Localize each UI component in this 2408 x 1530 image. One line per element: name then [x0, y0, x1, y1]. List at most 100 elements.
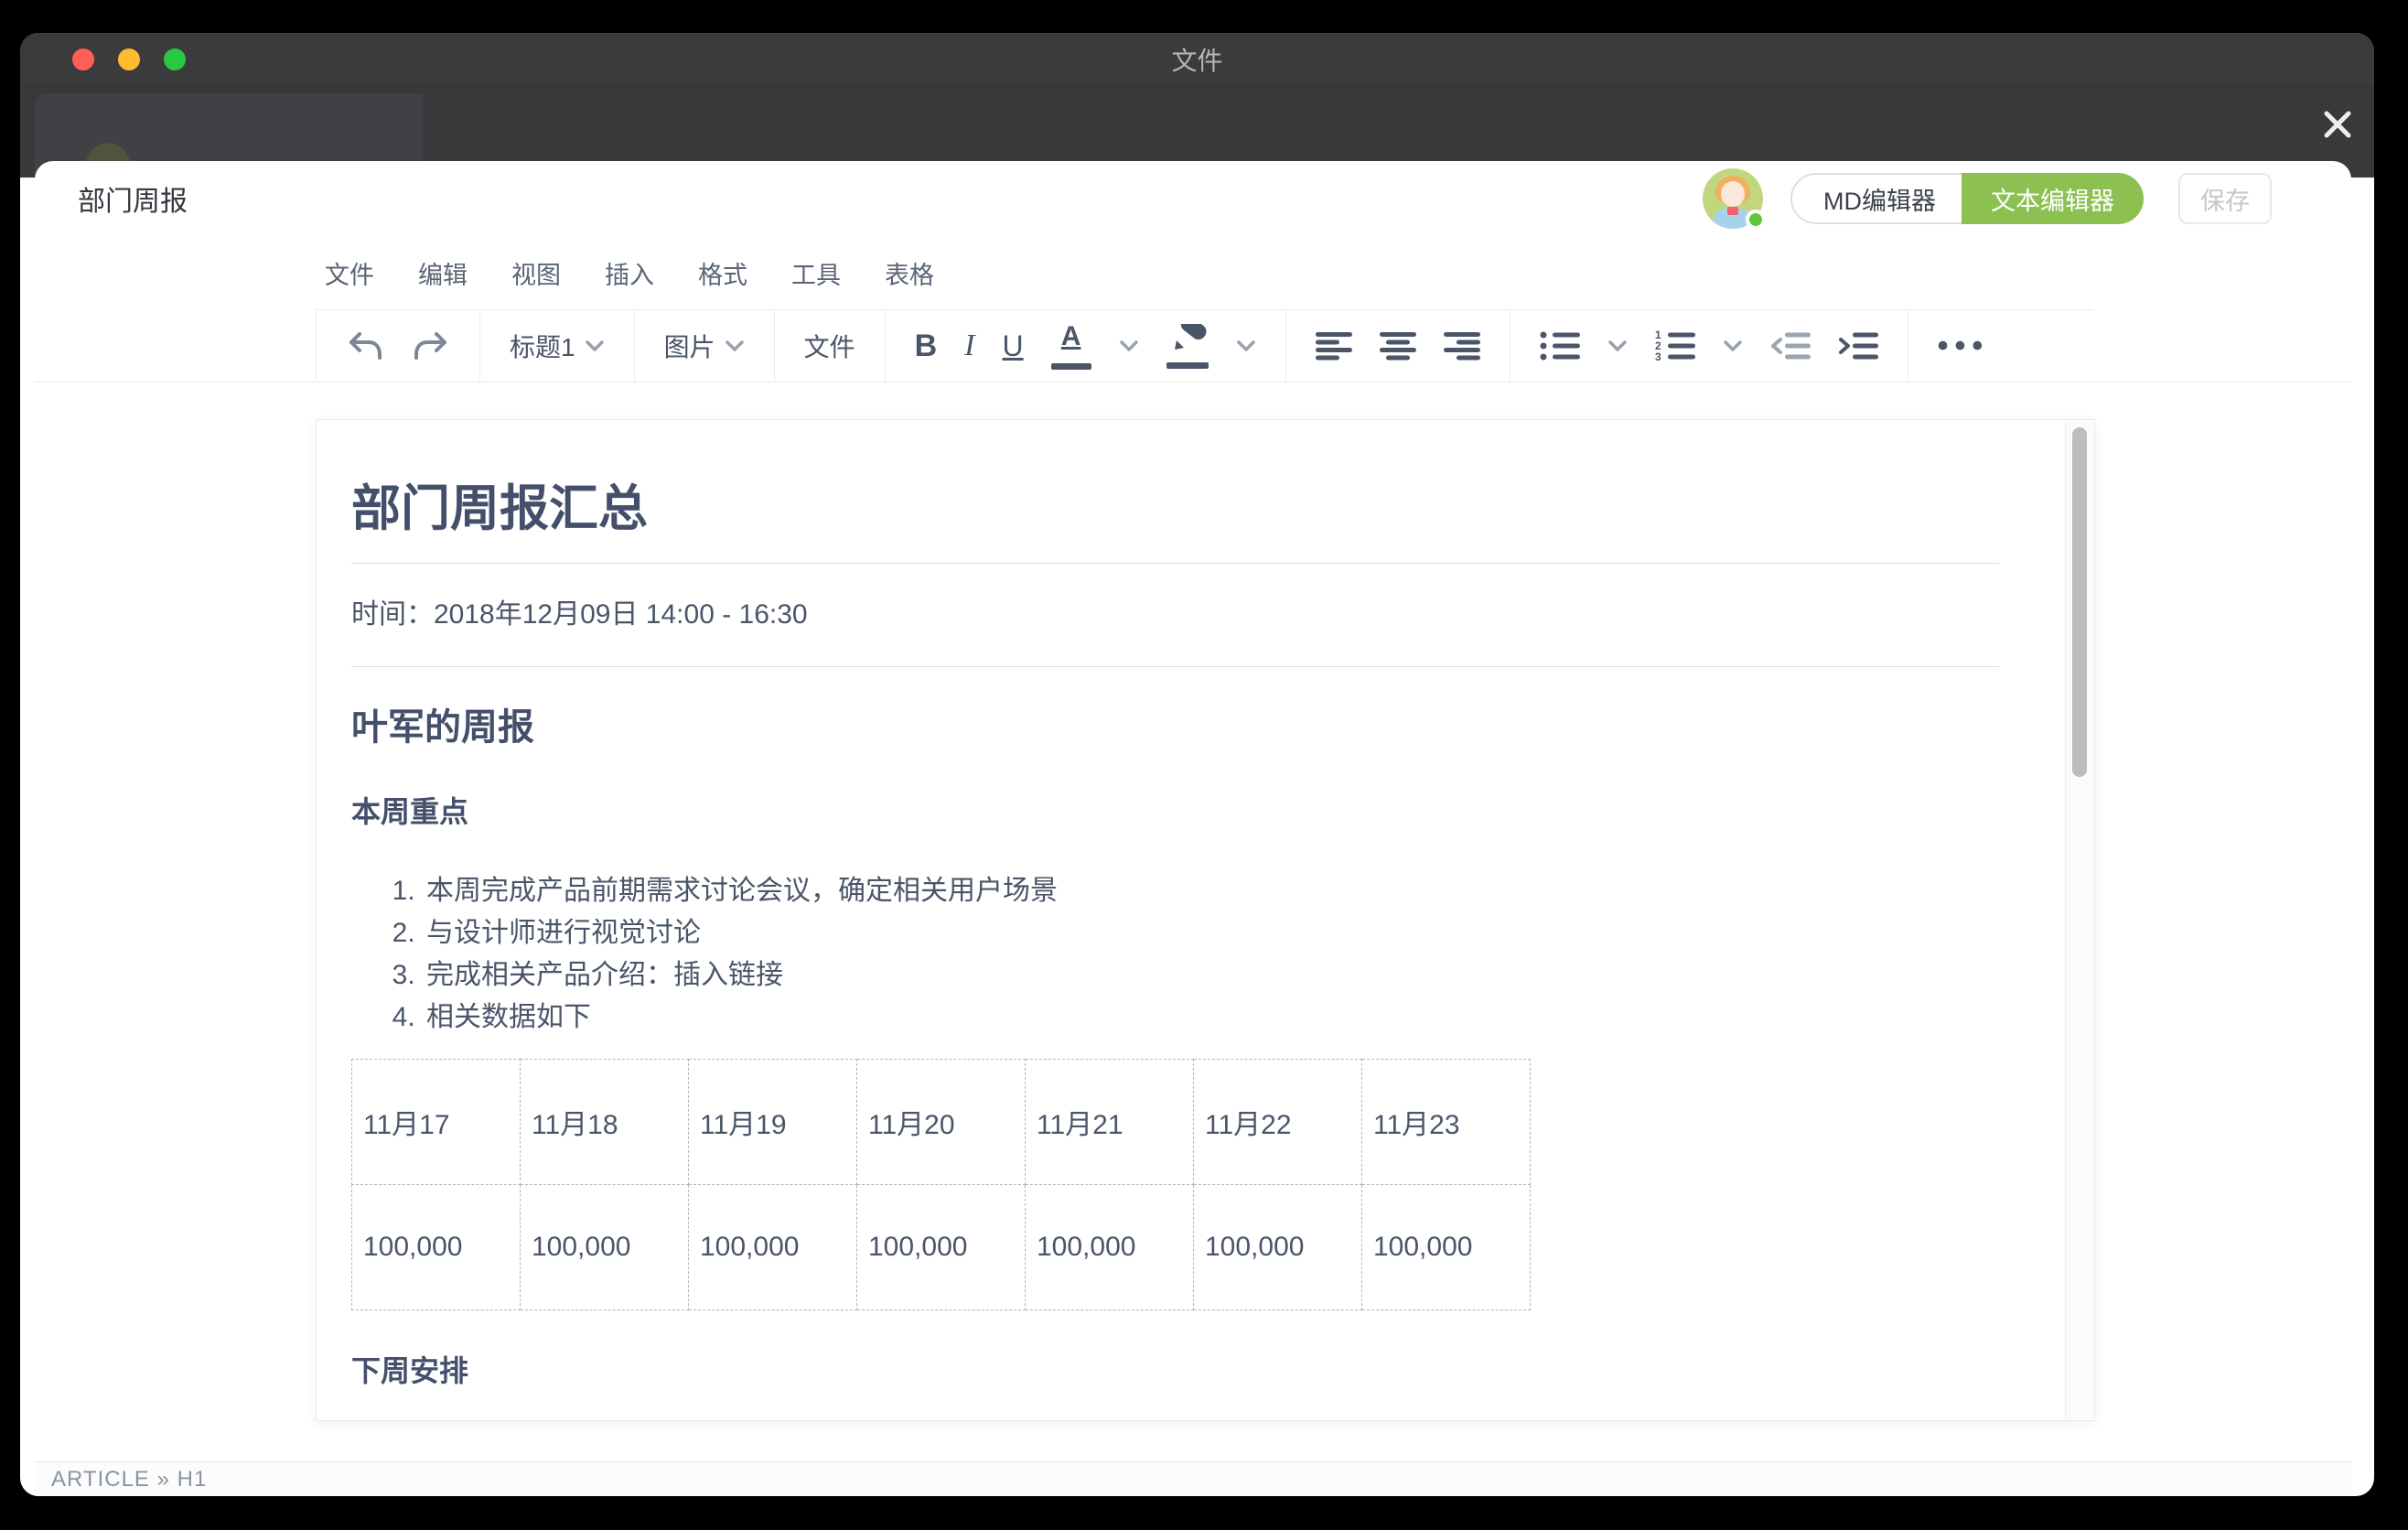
undo-button[interactable] — [346, 329, 384, 362]
titlebar: 文件 — [20, 33, 2374, 87]
chevron-down-icon — [725, 339, 745, 352]
close-icon — [2320, 107, 2355, 142]
table-cell: 11月21 — [1026, 1060, 1194, 1185]
numbered-list-chevron[interactable] — [1723, 339, 1743, 352]
table-cell: 11月22 — [1194, 1060, 1362, 1185]
menu-edit[interactable]: 编辑 — [418, 255, 468, 291]
bullet-list-icon — [1540, 330, 1580, 361]
italic-button[interactable]: I — [964, 329, 974, 363]
align-center-icon — [1380, 331, 1416, 361]
font-color-button[interactable]: A — [1051, 323, 1091, 370]
outdent-icon — [1770, 330, 1811, 361]
highlight-color-swatch — [1166, 362, 1209, 369]
menu-view[interactable]: 视图 — [511, 255, 561, 291]
status-bar: ARTICLE » H1 — [35, 1461, 2351, 1496]
weekly-highlights-list: 本周完成产品前期需求讨论会议，确定相关用户场景 与设计师进行视觉讨论 完成相关产… — [351, 870, 1999, 1039]
font-color-chevron[interactable] — [1119, 339, 1139, 352]
md-editor-tab[interactable]: MD编辑器 — [1792, 175, 1962, 222]
scrollbar-track[interactable] — [2065, 421, 2093, 1419]
editor-window: 文件 部门周报 MD编辑器 文本编辑 — [20, 33, 2374, 1496]
menu-table[interactable]: 表格 — [885, 255, 934, 291]
highlight-chevron[interactable] — [1236, 339, 1256, 352]
online-status-dot — [1746, 210, 1766, 230]
file-attach-button[interactable]: 文件 — [804, 328, 855, 364]
chevron-down-icon — [1236, 339, 1256, 352]
chevron-down-icon — [585, 339, 605, 352]
editor-content-area: 部门周报汇总 时间：2018年12月09日 14:00 - 16:30 叶军的周… — [35, 382, 2351, 1461]
doc-section-heading: 叶军的周报 — [351, 704, 1999, 751]
toolbar-align-group — [1286, 310, 1510, 382]
table-cell: 100,000 — [1026, 1185, 1194, 1310]
toolbar-history-group — [317, 310, 480, 382]
table-cell: 11月17 — [352, 1060, 521, 1185]
indent-icon — [1838, 330, 1878, 361]
heading-dropdown[interactable]: 标题1 — [510, 328, 605, 364]
menu-insert[interactable]: 插入 — [605, 255, 654, 291]
horizontal-rule — [351, 563, 1999, 564]
more-button[interactable]: ••• — [1938, 329, 1990, 364]
dark-header-area: 文件 — [20, 33, 2374, 178]
chevron-down-icon — [1723, 339, 1743, 352]
panel-header: 部门周报 MD编辑器 文本编辑器 保存 — [35, 161, 2351, 236]
menu-file[interactable]: 文件 — [325, 255, 374, 291]
chevron-down-icon — [1607, 339, 1628, 352]
header-actions: MD编辑器 文本编辑器 保存 — [1703, 168, 2272, 229]
undo-icon — [346, 329, 384, 362]
bullet-list-chevron[interactable] — [1607, 339, 1628, 352]
toolbar-format-group: B I U A — [886, 310, 1286, 382]
align-left-button[interactable] — [1316, 331, 1352, 361]
bold-button[interactable]: B — [915, 329, 938, 364]
close-modal-button[interactable] — [2317, 104, 2358, 145]
list-item: 完成相关产品介绍：插入链接 — [423, 954, 1999, 997]
toolbar-list-group: 1 2 3 — [1510, 310, 1908, 382]
redo-button[interactable] — [412, 329, 450, 362]
table-cell: 100,000 — [857, 1185, 1026, 1310]
element-path-breadcrumb: ARTICLE » H1 — [51, 1467, 207, 1492]
toolbar: 标题1 图片 文件 — [35, 309, 2351, 382]
toolbar-file-group: 文件 — [775, 310, 886, 382]
redo-icon — [412, 329, 450, 362]
indent-button[interactable] — [1838, 330, 1878, 361]
menu-format[interactable]: 格式 — [698, 255, 747, 291]
align-right-button[interactable] — [1444, 331, 1480, 361]
table-cell: 100,000 — [1194, 1185, 1362, 1310]
underline-button[interactable]: U — [1003, 329, 1024, 363]
bullet-list-button[interactable] — [1540, 330, 1580, 361]
align-center-button[interactable] — [1380, 331, 1416, 361]
image-dropdown[interactable]: 图片 — [664, 328, 745, 364]
highlight-button[interactable] — [1166, 324, 1209, 369]
svg-text:3: 3 — [1655, 350, 1661, 361]
zoom-button[interactable] — [164, 48, 186, 70]
doc-time-line: 时间：2018年12月09日 14:00 - 16:30 — [351, 595, 1999, 635]
table-cell: 100,000 — [521, 1185, 689, 1310]
list-item: 相关数据如下 — [423, 997, 1999, 1039]
table-cell: 100,000 — [352, 1185, 521, 1310]
table-cell: 11月19 — [689, 1060, 857, 1185]
align-right-icon — [1444, 331, 1480, 361]
highlighter-icon — [1167, 324, 1208, 351]
toolbar-more-group: ••• — [1908, 310, 2019, 382]
save-button[interactable]: 保存 — [2178, 173, 2272, 224]
avatar[interactable] — [1703, 168, 1763, 229]
page-title: 部门周报 — [78, 178, 188, 219]
chevron-down-icon — [1119, 339, 1139, 352]
list-item: 与设计师进行视觉讨论 — [423, 912, 1999, 954]
scrollbar-thumb[interactable] — [2072, 427, 2087, 777]
outdent-button[interactable] — [1770, 330, 1811, 361]
table-cell: 100,000 — [1362, 1185, 1531, 1310]
align-left-icon — [1316, 331, 1352, 361]
document-modal-panel: 部门周报 MD编辑器 文本编辑器 保存 文件 编辑 视图 插入 — [35, 161, 2351, 1496]
document-page[interactable]: 部门周报汇总 时间：2018年12月09日 14:00 - 16:30 叶军的周… — [316, 419, 2095, 1421]
data-table[interactable]: 11月17 11月18 11月19 11月20 11月21 11月22 11月2… — [351, 1059, 1531, 1310]
toolbar-image-group: 图片 — [635, 310, 775, 382]
table-cell: 11月18 — [521, 1060, 689, 1185]
menu-tools[interactable]: 工具 — [791, 255, 841, 291]
close-button[interactable] — [72, 48, 94, 70]
table-cell: 100,000 — [689, 1185, 857, 1310]
doc-subheading-this-week: 本周重点 — [351, 793, 1999, 830]
traffic-lights — [72, 48, 186, 70]
table-cell: 11月20 — [857, 1060, 1026, 1185]
text-editor-tab[interactable]: 文本编辑器 — [1962, 173, 2144, 224]
minimize-button[interactable] — [118, 48, 140, 70]
numbered-list-button[interactable]: 1 2 3 — [1655, 330, 1695, 361]
